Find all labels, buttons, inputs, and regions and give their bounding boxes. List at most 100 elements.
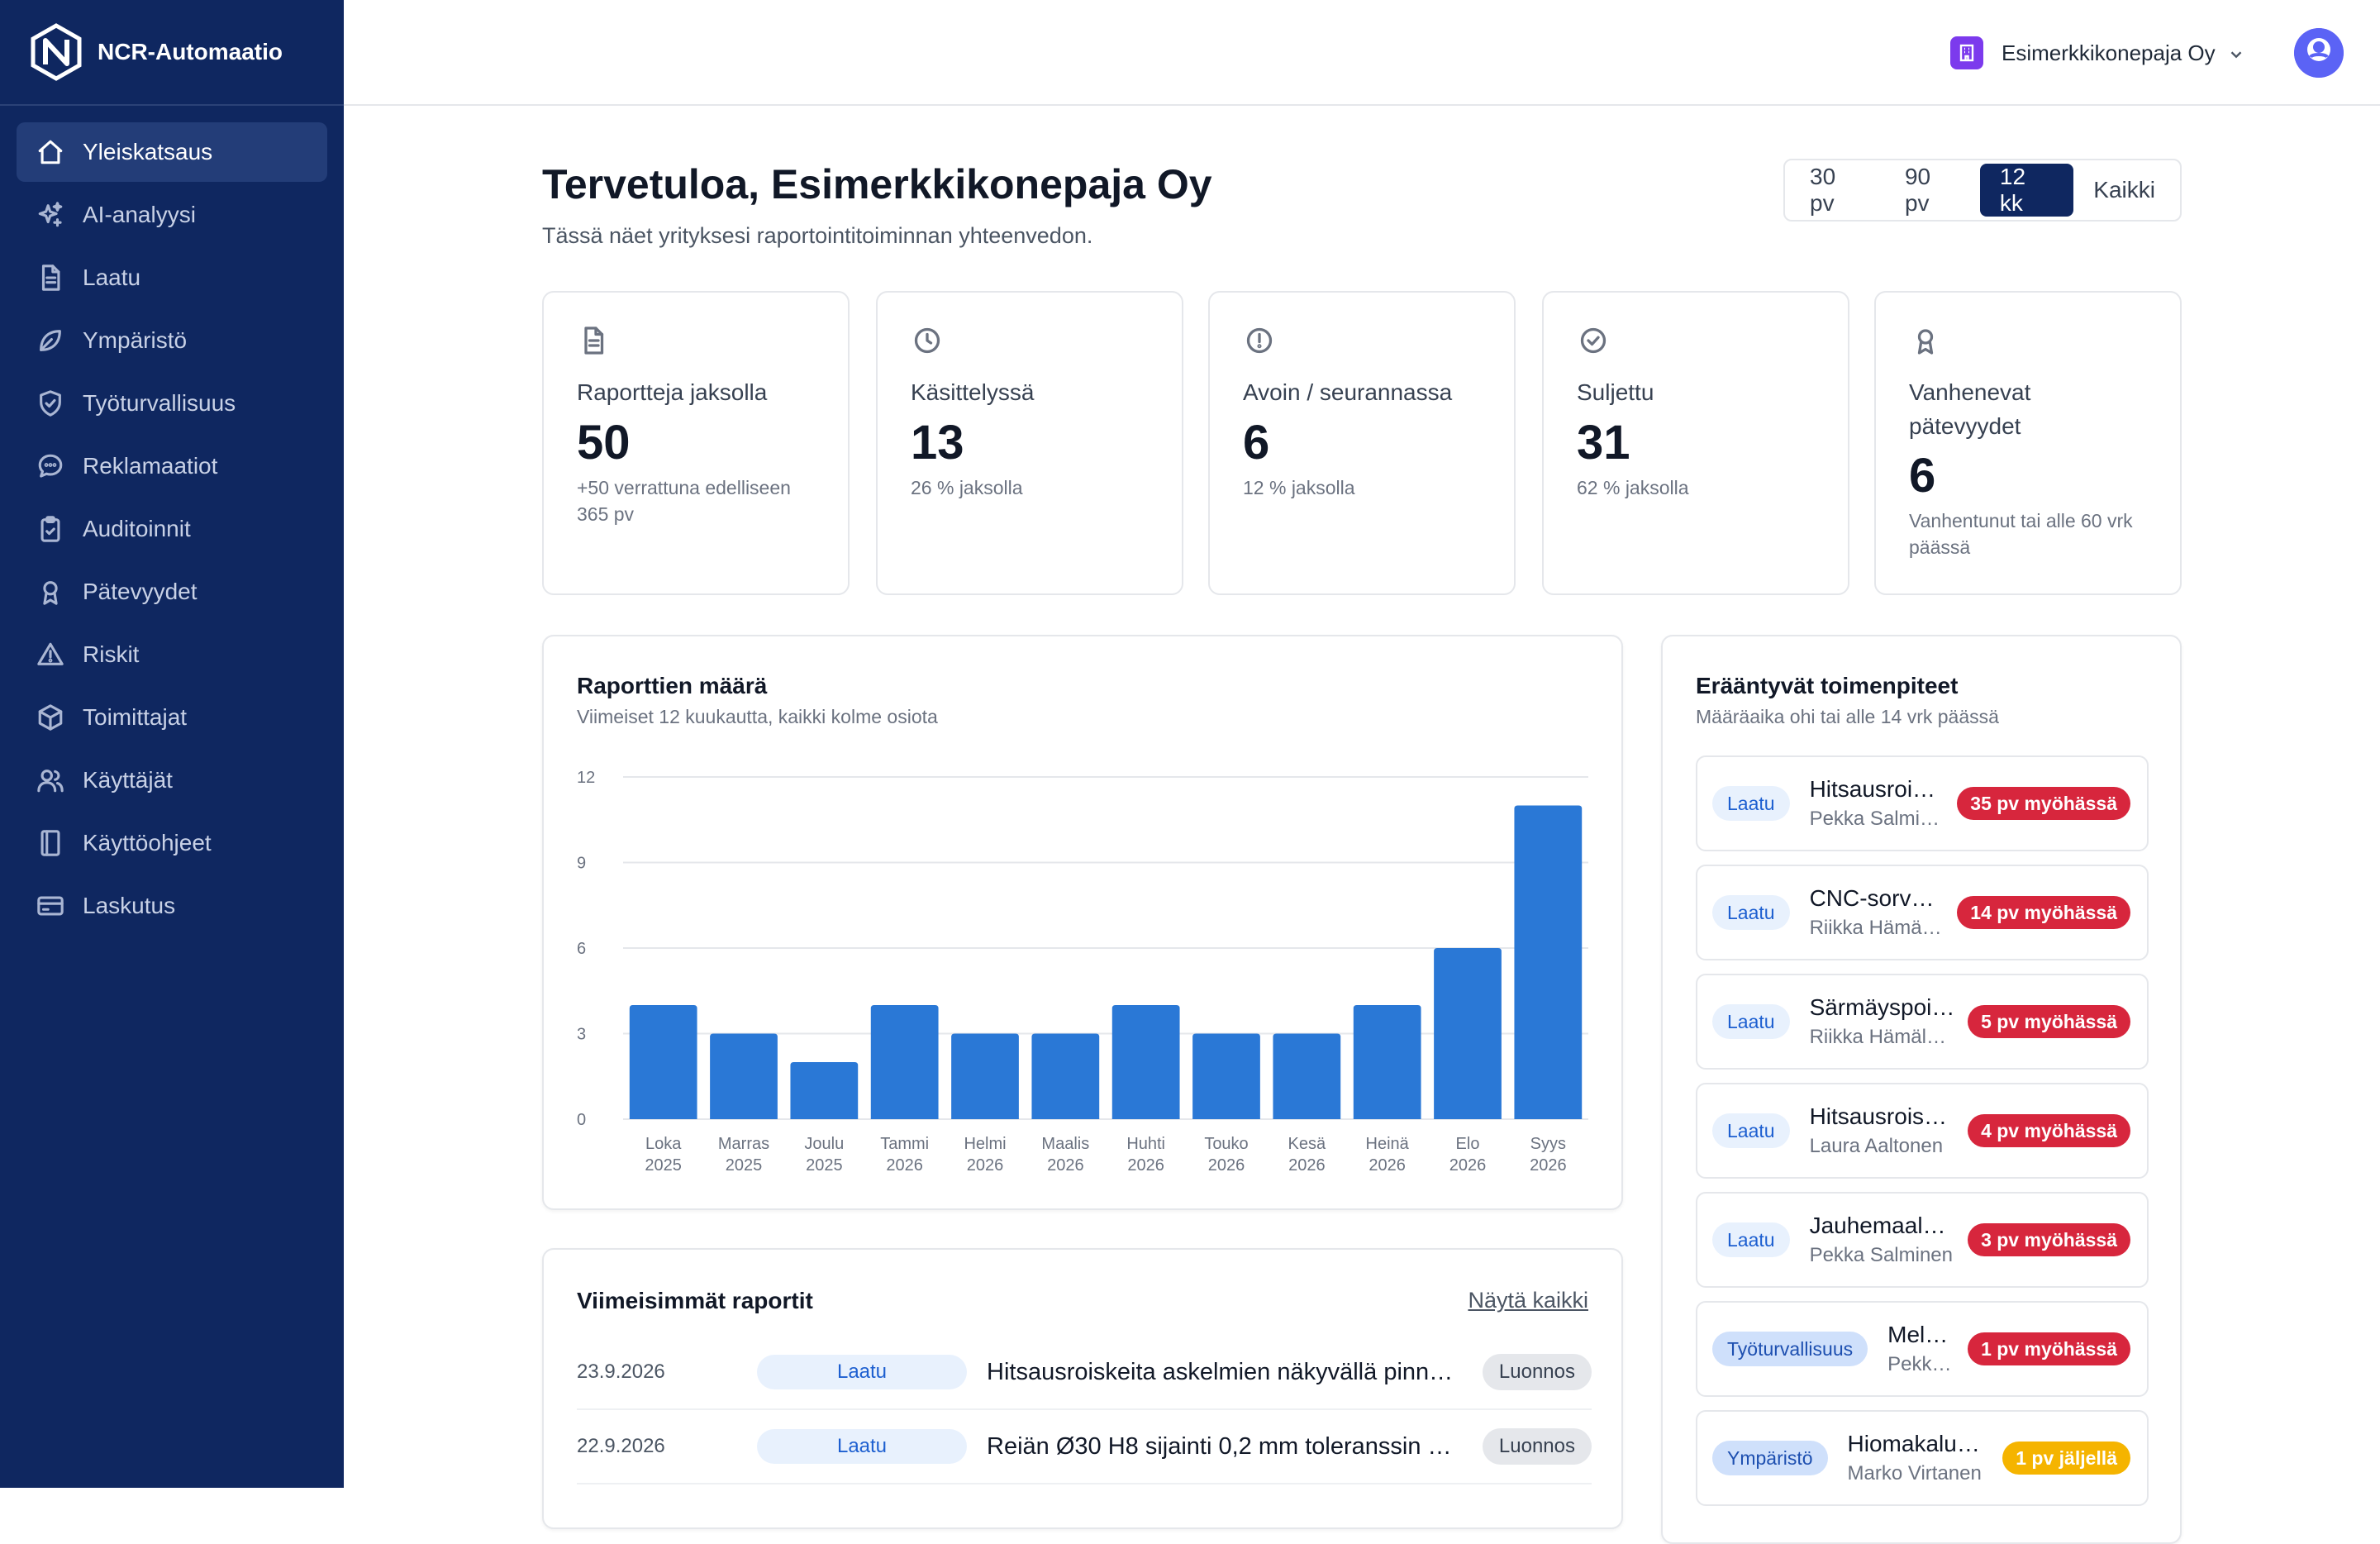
x-tick-label: 2026: [1449, 1156, 1487, 1175]
sidebar-item-label: Pätevyydet: [83, 579, 198, 604]
sidebar: NCR-Automaatio Yleiskatsaus AI-analyysi …: [0, 0, 344, 1488]
range-30-days-button[interactable]: 30 pv: [1790, 164, 1885, 217]
due-action-item[interactable]: Laatu Hitsausroiskeet Laura Aaltonen 4 pv…: [1696, 1083, 2149, 1179]
x-tick-label: Syys: [1530, 1135, 1566, 1153]
stat-value: 13: [911, 416, 964, 469]
chart-bar[interactable]: [790, 1062, 859, 1119]
action-person: Laura Aaltonen: [1809, 1135, 1944, 1157]
organization-name: Esimerkkikonepaja Oy: [2002, 40, 2216, 65]
due-action-item[interactable]: Laatu SärmäyspoikkeamaRiikka Hämäläinen …: [1696, 974, 2149, 1070]
stat-card-in-progress: Käsittelyssä 13 26 % jaksolla: [876, 291, 1183, 595]
chart-bar[interactable]: [1434, 948, 1502, 1119]
chart-bar[interactable]: [870, 1005, 939, 1119]
x-tick-label: Elo: [1456, 1135, 1480, 1153]
overdue-badge: 35 pv myöhässä: [1957, 787, 2130, 820]
stat-note: 26 % jaksolla: [911, 477, 1023, 498]
chart-bar[interactable]: [710, 1033, 778, 1120]
category-badge: Laatu: [1712, 1222, 1790, 1257]
sidebar-item-ai-analyysi[interactable]: AI-analyysi: [17, 185, 327, 245]
document-icon: [578, 326, 608, 355]
action-person: Pekka Salminen: [1809, 808, 1946, 830]
page-subtitle: Tässä näet yrityksesi raportointitoiminn…: [542, 223, 1093, 248]
category-badge: Laatu: [757, 1429, 967, 1464]
chart-bar[interactable]: [1273, 1033, 1341, 1120]
due-action-item[interactable]: Työturvallisuus Melutaso Pekka Salminen 1…: [1696, 1301, 2149, 1397]
recent-reports-title: Viimeisimmät raportit: [577, 1288, 813, 1313]
chart-bar[interactable]: [951, 1033, 1019, 1120]
sidebar-item-ymparisto[interactable]: Ympäristö: [17, 311, 327, 370]
sidebar-item-kayttoohjeet[interactable]: Käyttöohjeet: [17, 813, 327, 873]
stat-label: Raportteja jaksolla: [577, 379, 768, 405]
range-90-days-button[interactable]: 90 pv: [1885, 164, 1980, 217]
due-action-item[interactable]: Laatu Hitsausroiskeet Pekka Salminen 35 p…: [1696, 755, 2149, 851]
action-title: Särmäyspoikkeama: [1809, 994, 1957, 1020]
sidebar-item-laatu[interactable]: Laatu: [17, 248, 327, 307]
bar-chart: 0 3 6 9 12 Loka 2025 Marras 2025 Joulu 2025 Tammi 20…: [577, 769, 1588, 1175]
status-badge: Luonnos: [1482, 1354, 1592, 1390]
sidebar-item-label: Laskutus: [83, 893, 176, 918]
table-row[interactable]: 22.9.2026 Laatu Reiän Ø30 H8 sijainti 0,…: [577, 1410, 1592, 1484]
action-person: Pekka Salminen: [1887, 1353, 1956, 1375]
action-title: Hitsausroiskeet: [1809, 776, 1946, 802]
chart-bar[interactable]: [1031, 1033, 1100, 1120]
chart-bar[interactable]: [1514, 805, 1583, 1120]
action-person: Riikka Hämäläinen: [1809, 917, 1946, 939]
sidebar-item-tyoturvallisuus[interactable]: Työturvallisuus: [17, 374, 327, 433]
x-tick-label: 2025: [806, 1156, 843, 1175]
organization-switcher[interactable]: Esimerkkikonepaja Oy: [1950, 36, 2245, 69]
box-icon: [35, 702, 66, 733]
range-12-months-button[interactable]: 12 kk: [1979, 164, 2074, 217]
y-tick-label: 12: [577, 769, 595, 787]
due-action-item[interactable]: Laatu Jauhemaalaus Pekka Salminen 3 pv my…: [1696, 1192, 2149, 1288]
brand-logo[interactable]: NCR-Automaatio: [30, 23, 283, 81]
x-tick-label: Heinä: [1366, 1135, 1410, 1153]
category-badge: Laatu: [1712, 1113, 1790, 1148]
report-date: 23.9.2026: [577, 1361, 665, 1383]
due-action-item[interactable]: Laatu CNC-sorvaus Riikka Hämäläinen 14 pv…: [1696, 865, 2149, 960]
x-tick-label: Marras: [718, 1135, 769, 1153]
book-icon: [35, 827, 66, 859]
x-tick-label: 2026: [967, 1156, 1004, 1175]
due-actions-title: Erääntyvät toimenpiteet: [1696, 673, 1959, 698]
range-all-button[interactable]: Kaikki: [2073, 164, 2175, 217]
due-action-item[interactable]: Ympäristö Hiomakaluston Marko Virtanen 1 …: [1696, 1410, 2149, 1506]
clock-icon: [912, 326, 942, 355]
sidebar-item-patevyydet[interactable]: Pätevyydet: [17, 562, 327, 622]
time-range-selector: 30 pv 90 pv 12 kk Kaikki: [1783, 159, 2182, 222]
overdue-badge: 4 pv myöhässä: [1968, 1114, 2130, 1147]
sidebar-item-label: Reklamaatiot: [83, 453, 218, 479]
sidebar-item-auditoinnit[interactable]: Auditoinnit: [17, 499, 327, 559]
x-tick-label: 2025: [645, 1156, 682, 1175]
chart-bar[interactable]: [629, 1005, 697, 1119]
stat-value: 50: [577, 416, 631, 469]
x-tick-label: Helmi: [964, 1135, 1006, 1153]
user-avatar[interactable]: [2294, 28, 2344, 78]
sidebar-item-reklamaatiot[interactable]: Reklamaatiot: [17, 436, 327, 496]
x-tick-label: Huhti: [1126, 1135, 1165, 1153]
chart-bar[interactable]: [1192, 1033, 1260, 1120]
sidebar-item-yleiskatsaus[interactable]: Yleiskatsaus: [17, 122, 327, 182]
sidebar-item-label: Käyttöohjeet: [83, 830, 212, 855]
show-all-link[interactable]: Näytä kaikki: [1468, 1288, 1588, 1313]
sidebar-item-riskit[interactable]: Riskit: [17, 625, 327, 684]
category-badge: Ympäristö: [1712, 1441, 1828, 1475]
chart-bar[interactable]: [1111, 1005, 1180, 1119]
action-title: Hitsausroiskeet: [1809, 1103, 1957, 1129]
stat-card-closed: Suljettu 31 62 % jaksolla: [1542, 291, 1849, 595]
x-tick-label: Touko: [1204, 1135, 1248, 1153]
report-title: Reiän Ø30 H8 sijainti 0,2 mm toleranssin…: [987, 1432, 1463, 1460]
sidebar-item-kayttajat[interactable]: Käyttäjät: [17, 751, 327, 810]
sidebar-item-toimittajat[interactable]: Toimittajat: [17, 688, 327, 747]
chart-bar[interactable]: [1353, 1005, 1421, 1119]
table-row[interactable]: 23.9.2026 Laatu Hitsausroiskeita askelmi…: [577, 1336, 1592, 1410]
y-tick-label: 9: [577, 855, 586, 873]
action-title: Jauhemaalaus: [1809, 1213, 1957, 1238]
sidebar-item-label: Yleiskatsaus: [83, 139, 213, 164]
x-tick-label: Tammi: [880, 1135, 929, 1153]
stat-note: 62 % jaksolla: [1577, 477, 1689, 498]
sidebar-item-laskutus[interactable]: Laskutus: [17, 876, 327, 936]
stat-value: 6: [1909, 449, 1936, 503]
report-date: 22.9.2026: [577, 1435, 665, 1457]
report-title: Hitsausroiskeita askelmien näkyvällä pin…: [987, 1358, 1463, 1385]
y-tick-label: 0: [577, 1111, 586, 1129]
